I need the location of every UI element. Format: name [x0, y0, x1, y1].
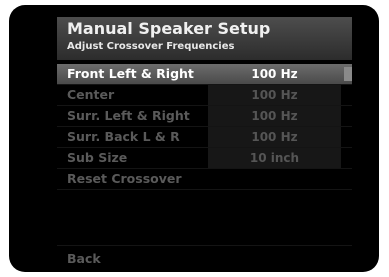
header-bar: Manual Speaker Setup Adjust Crossover Fr…: [57, 17, 352, 60]
frequency-value[interactable]: 100 Hz: [208, 127, 341, 147]
menu-item-surr-left-right[interactable]: Surr. Left & Right 100 Hz: [57, 106, 352, 127]
menu-item-label: Sub Size: [67, 150, 128, 165]
footer-divider: [57, 245, 352, 246]
menu-item-surr-back[interactable]: Surr. Back L & R 100 Hz: [57, 127, 352, 148]
sub-size-value[interactable]: 10 inch: [208, 148, 341, 168]
back-button[interactable]: Back: [67, 251, 101, 266]
menu-item-center[interactable]: Center 100 Hz: [57, 85, 352, 106]
menu-item-label: Surr. Back L & R: [67, 129, 180, 144]
frequency-value[interactable]: 100 Hz: [208, 106, 341, 126]
page-subtitle: Adjust Crossover Frequencies: [67, 41, 235, 52]
menu-item-label: Center: [67, 87, 115, 102]
page-title: Manual Speaker Setup: [67, 19, 271, 38]
frequency-value[interactable]: 100 Hz: [208, 85, 341, 105]
menu-item-sub-size[interactable]: Sub Size 10 inch: [57, 148, 352, 169]
menu-item-label: Reset Crossover: [67, 171, 182, 186]
crossover-menu: Front Left & Right 100 Hz Center 100 Hz …: [57, 64, 352, 190]
menu-item-label: Surr. Left & Right: [67, 108, 190, 123]
menu-item-reset-crossover[interactable]: Reset Crossover: [57, 169, 352, 190]
selection-marker: [344, 67, 352, 81]
frequency-value[interactable]: 100 Hz: [208, 64, 341, 84]
tv-screen: Manual Speaker Setup Adjust Crossover Fr…: [9, 5, 379, 272]
menu-item-label: Front Left & Right: [67, 66, 194, 81]
menu-item-front-left-right[interactable]: Front Left & Right 100 Hz: [57, 64, 352, 85]
